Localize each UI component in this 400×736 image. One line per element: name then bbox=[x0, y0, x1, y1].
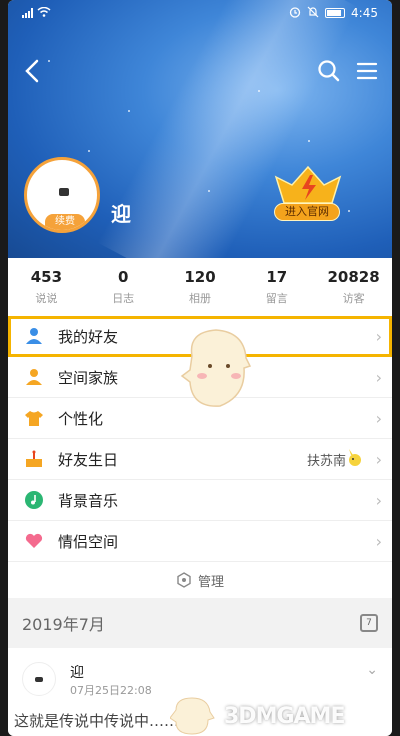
calendar-icon[interactable]: 7 bbox=[360, 614, 378, 632]
search-button[interactable] bbox=[314, 56, 344, 86]
chevron-right-icon: › bbox=[375, 490, 382, 510]
cake-icon bbox=[24, 449, 44, 469]
stat-label: 留言 bbox=[265, 292, 288, 305]
chevron-right-icon: › bbox=[375, 408, 382, 428]
star bbox=[348, 210, 350, 212]
back-arrow-icon bbox=[25, 59, 39, 83]
stat-visitors[interactable]: 20828 访客 bbox=[315, 258, 392, 316]
music-icon bbox=[24, 490, 44, 510]
cover-banner[interactable]: 4:45 续费 迎 进入官网 bbox=[8, 0, 392, 258]
stat-label: 说说 bbox=[35, 292, 58, 305]
month-label: 2019年7月 bbox=[22, 615, 105, 634]
hexagon-settings-icon bbox=[177, 572, 191, 588]
star bbox=[258, 90, 260, 92]
pikachu-avatar-icon bbox=[346, 447, 362, 471]
stat-blog[interactable]: 0 日志 bbox=[85, 258, 162, 316]
stat-value: 20828 bbox=[327, 268, 380, 286]
stat-value: 453 bbox=[30, 268, 63, 286]
stat-value: 0 bbox=[117, 268, 129, 286]
month-header: 2019年7月 7 bbox=[8, 602, 392, 644]
phone-screen: 4:45 续费 迎 进入官网 453 说说 0 日志 120 相册 17 留言 … bbox=[8, 0, 392, 736]
status-time: 4:45 bbox=[351, 6, 378, 20]
menu-item-couple-space[interactable]: 情侣空间 › bbox=[8, 521, 392, 562]
birthday-friend-name: 扶苏南 bbox=[306, 453, 346, 469]
battery-icon bbox=[325, 8, 346, 18]
manage-label: 管理 bbox=[197, 574, 224, 590]
renew-badge[interactable]: 续费 bbox=[45, 214, 85, 230]
shirt-icon bbox=[24, 408, 44, 428]
stat-value: 17 bbox=[266, 268, 288, 286]
official-site-label: 进入官网 bbox=[274, 203, 340, 221]
menu-item-label: 背景音乐 bbox=[58, 491, 119, 510]
watermark-text: 3DMGAME bbox=[224, 704, 345, 729]
manage-button[interactable]: 管理 bbox=[8, 562, 392, 598]
feed-preview: 这就是传说中传说中…… bbox=[14, 712, 180, 730]
menu-item-label: 好友生日 bbox=[58, 450, 119, 469]
lightning-crown-icon bbox=[274, 165, 342, 204]
watermark: 3DMGAME bbox=[169, 696, 380, 736]
wifi-icon bbox=[37, 6, 51, 20]
more-menu-button[interactable] bbox=[352, 56, 382, 86]
stat-moods[interactable]: 453 说说 bbox=[8, 258, 85, 316]
chevron-right-icon: › bbox=[375, 326, 382, 346]
chevron-right-icon: › bbox=[375, 449, 382, 469]
star bbox=[308, 140, 310, 142]
star bbox=[208, 190, 210, 192]
official-site-button[interactable]: 进入官网 bbox=[270, 163, 346, 225]
avatar-image bbox=[59, 188, 69, 196]
stat-label: 日志 bbox=[112, 292, 135, 305]
chevron-right-icon: › bbox=[375, 531, 382, 551]
stat-album[interactable]: 120 相册 bbox=[162, 258, 239, 316]
feed-author: 迎 bbox=[70, 665, 84, 681]
menu-item-label: 个性化 bbox=[58, 409, 104, 428]
feed-avatar[interactable] bbox=[22, 662, 56, 696]
menu-item-label: 空间家族 bbox=[58, 368, 119, 387]
feed-time: 07月25日22:08 bbox=[70, 684, 152, 697]
search-icon bbox=[318, 60, 340, 82]
family-icon bbox=[24, 367, 44, 387]
mute-icon bbox=[307, 6, 319, 21]
hamburger-icon bbox=[356, 62, 378, 80]
nickname: 迎 bbox=[111, 202, 131, 226]
menu-item-music[interactable]: 背景音乐 › bbox=[8, 480, 392, 521]
alarm-icon bbox=[289, 6, 301, 21]
back-button[interactable] bbox=[18, 56, 48, 86]
star bbox=[128, 110, 130, 112]
chevron-down-icon[interactable]: ⌄ bbox=[366, 662, 378, 678]
chevron-right-icon: › bbox=[375, 367, 382, 387]
top-navigation bbox=[8, 52, 392, 88]
heart-icon bbox=[24, 531, 44, 551]
stat-label: 访客 bbox=[342, 292, 365, 305]
friends-icon bbox=[24, 326, 44, 346]
menu-item-label: 情侣空间 bbox=[58, 532, 119, 551]
menu-item-label: 我的好友 bbox=[58, 327, 119, 346]
status-bar: 4:45 bbox=[8, 0, 392, 26]
mascot-logo bbox=[169, 697, 215, 735]
menu-item-birthday[interactable]: 好友生日 扶苏南 › bbox=[8, 439, 392, 480]
mascot-overlay bbox=[180, 326, 258, 412]
stat-label: 相册 bbox=[188, 292, 211, 305]
stats-bar: 453 说说 0 日志 120 相册 17 留言 20828 访客 bbox=[8, 258, 392, 316]
star bbox=[88, 150, 90, 152]
signal-icon bbox=[22, 8, 33, 18]
stat-messages[interactable]: 17 留言 bbox=[238, 258, 315, 316]
stat-value: 120 bbox=[184, 268, 216, 286]
avatar[interactable]: 续费 bbox=[24, 157, 100, 233]
